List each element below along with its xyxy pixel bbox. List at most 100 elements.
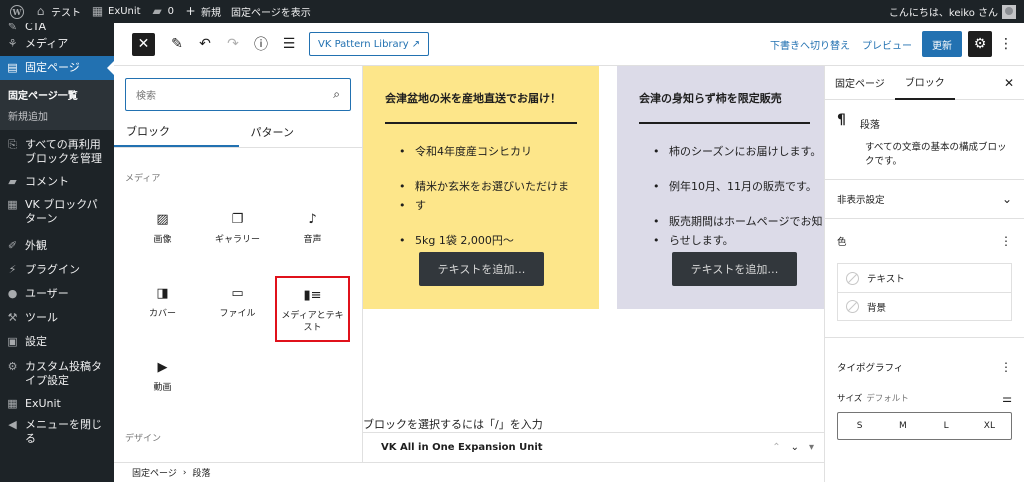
menu-item-vk-patterns[interactable]: ▦ VK ブロックパターン xyxy=(0,194,114,234)
block-media-text[interactable]: ▮≡ メディアとテキスト xyxy=(275,276,350,342)
editor-canvas: 会津盆地の米を産地直送でお届け！ 令和4年度産コシヒカリ 精米か玄米をお選びいた… xyxy=(363,66,824,462)
close-inserter-button[interactable]: ✕ xyxy=(132,32,155,56)
update-button[interactable]: 更新 xyxy=(922,31,962,57)
tools-button[interactable]: ✎ xyxy=(165,32,189,56)
breadcrumb-paragraph[interactable]: 段落 xyxy=(192,466,210,479)
tab-block[interactable]: ブロック xyxy=(894,66,955,100)
collapse-menu-button[interactable]: ◀ メニューを閉じる xyxy=(0,416,114,450)
plus-icon: + xyxy=(185,4,196,18)
block-label: メディアとテキスト xyxy=(281,311,344,333)
details-button[interactable]: ⓘ xyxy=(249,32,273,56)
menu-item-appearance[interactable]: ✐ 外観 xyxy=(0,234,114,258)
menu-item-cpt[interactable]: ⚙ カスタム投稿タイプ設定 xyxy=(0,354,114,392)
pages-icon: ▤ xyxy=(7,61,18,74)
menu-item-users[interactable]: ● ユーザー xyxy=(0,282,114,306)
close-icon[interactable]: ✕ xyxy=(1004,76,1014,90)
menu-label: カスタム投稿タイプ設定 xyxy=(25,360,102,387)
user-icon: ● xyxy=(7,287,18,300)
switch-to-draft-button[interactable]: 下書きへ切り替え xyxy=(770,37,850,52)
add-text-button[interactable]: テキストを追加… xyxy=(419,252,544,286)
tab-page[interactable]: 固定ページ xyxy=(825,66,895,100)
caret-down-icon[interactable]: ▾ xyxy=(809,442,814,453)
block-image[interactable]: ▨ 画像 xyxy=(125,202,200,268)
card-title[interactable]: 会津盆地の米を産地直送でお届け！ xyxy=(385,90,577,106)
list-item[interactable]: 令和4年度産コシヒカリ xyxy=(385,142,577,161)
preview-button[interactable]: プレビュー xyxy=(862,37,912,52)
submenu-all-pages[interactable]: 固定ページ一覧 xyxy=(0,84,114,105)
panel-title: 非表示設定 xyxy=(837,195,885,206)
list-item[interactable]: 販売期間はホームページでお知 xyxy=(639,212,822,231)
list-item[interactable]: 5kg 1袋 2,000円〜 xyxy=(385,231,577,250)
card-title[interactable]: 会津の身知らず柿を限定販売 xyxy=(639,90,810,106)
block-audio[interactable]: ♪ 音声 xyxy=(275,202,350,268)
panel-hidden-settings[interactable]: 非表示設定 ⌄ xyxy=(825,180,1024,219)
list-item[interactable]: 例年10月、11月の販売です。 xyxy=(639,177,817,196)
menu-item-cta[interactable]: ✎ CTA xyxy=(0,23,114,32)
settings-sliders-icon[interactable]: ⚌ xyxy=(1002,392,1012,405)
menu-item-media[interactable]: ⚘ メディア xyxy=(0,32,114,56)
menu-item-pages[interactable]: ▤ 固定ページ xyxy=(0,56,114,80)
comments-menu[interactable]: ▰ 0 xyxy=(151,0,174,23)
menu-label: メニューを閉じる xyxy=(25,418,102,445)
wordpress-icon: W xyxy=(10,4,24,19)
menu-label: 固定ページ xyxy=(25,61,80,74)
menu-item-comments[interactable]: ▰ コメント xyxy=(0,170,114,194)
submenu-add-new[interactable]: 新規追加 xyxy=(0,105,114,126)
meta-box-header[interactable]: VK All in One Expansion Unit ⌃ ⌄ ▾ xyxy=(363,432,824,462)
menu-item-reusable[interactable]: ⎘ すべての再利用ブロックを管理 xyxy=(0,138,114,170)
pattern-library-button[interactable]: VK Pattern Library ↗ xyxy=(309,32,430,56)
settings-tabs: 固定ページ ブロック ✕ xyxy=(825,66,1024,100)
info-icon: ⓘ xyxy=(254,37,268,53)
tab-patterns[interactable]: パターン xyxy=(239,116,363,147)
size-option-m[interactable]: M xyxy=(881,413,924,439)
block-cover[interactable]: ◨ カバー xyxy=(125,276,200,342)
tab-blocks[interactable]: ブロック xyxy=(114,116,239,147)
exunit-menu[interactable]: ▦ ExUnit xyxy=(91,0,141,23)
color-text-option[interactable]: テキスト xyxy=(838,264,1011,292)
cta-icon: ✎ xyxy=(7,23,18,32)
more-vertical-icon[interactable]: ⋮ xyxy=(1000,360,1012,374)
new-content-menu[interactable]: + 新規 xyxy=(184,0,221,23)
breadcrumb-pages[interactable]: 固定ページ xyxy=(132,466,177,479)
list-item-continued[interactable]: らせします。 xyxy=(639,231,810,250)
menu-item-exunit[interactable]: ▦ ExUnit xyxy=(0,392,114,416)
color-background-option[interactable]: 背景 xyxy=(838,292,1011,320)
block-file[interactable]: ▭ ファイル xyxy=(200,276,275,342)
account-menu[interactable]: こんにちは、keiko さん xyxy=(889,4,1016,19)
settings-button[interactable]: ⚙ xyxy=(968,31,992,57)
undo-button[interactable]: ↶ xyxy=(193,32,217,56)
options-button[interactable]: ⋮ xyxy=(996,31,1016,57)
redo-button[interactable]: ↷ xyxy=(221,32,245,56)
menu-label: すべての再利用ブロックを管理 xyxy=(25,138,102,165)
size-option-s[interactable]: S xyxy=(838,413,881,439)
site-name: テスト xyxy=(51,8,81,19)
block-gallery[interactable]: ❐ ギャラリー xyxy=(200,202,275,268)
size-option-xl[interactable]: XL xyxy=(968,413,1011,439)
wp-logo-menu[interactable]: W xyxy=(10,0,24,23)
add-text-button[interactable]: テキストを追加… xyxy=(672,252,797,286)
settings-icon: ▣ xyxy=(7,335,18,348)
list-item[interactable]: 精米か玄米をお選びいただけま xyxy=(385,177,577,196)
menu-item-plugins[interactable]: ⚡ プラグイン xyxy=(0,258,114,282)
site-name-menu[interactable]: ⌂ テスト xyxy=(34,0,81,23)
menu-item-settings[interactable]: ▣ 設定 xyxy=(0,330,114,354)
search-input[interactable]: 検索 ⌕ xyxy=(125,78,351,111)
list-item[interactable]: 柿のシーズンにお届けします。 xyxy=(639,142,821,161)
menu-item-tools[interactable]: ⚒ ツール xyxy=(0,306,114,330)
more-vertical-icon[interactable]: ⋮ xyxy=(1000,234,1012,248)
size-option-l[interactable]: L xyxy=(925,413,968,439)
chevron-right-icon: › xyxy=(182,467,187,478)
product-card-rice[interactable]: 会津盆地の米を産地直送でお届け！ 令和4年度産コシヒカリ 精米か玄米をお選びいた… xyxy=(363,66,599,309)
chevron-down-icon[interactable]: ⌄ xyxy=(791,442,799,453)
menu-label: 設定 xyxy=(25,335,47,348)
product-card-persimmon[interactable]: 会津の身知らず柿を限定販売 柿のシーズンにお届けします。 例年10月、11月の販… xyxy=(617,66,824,309)
block-prompt[interactable]: ブロックを選択するには「/」を入力 xyxy=(363,416,543,432)
list-view-icon: ☰ xyxy=(282,36,296,52)
block-label: ギャラリー xyxy=(214,235,260,245)
list-item-continued[interactable]: す xyxy=(385,196,577,215)
list-view-button[interactable]: ☰ xyxy=(277,32,301,56)
block-label: カバー xyxy=(148,309,176,319)
block-video[interactable]: ▶ 動画 xyxy=(125,350,200,416)
view-page-link[interactable]: 固定ページを表示 xyxy=(231,0,311,23)
chevron-up-icon[interactable]: ⌃ xyxy=(772,442,780,453)
